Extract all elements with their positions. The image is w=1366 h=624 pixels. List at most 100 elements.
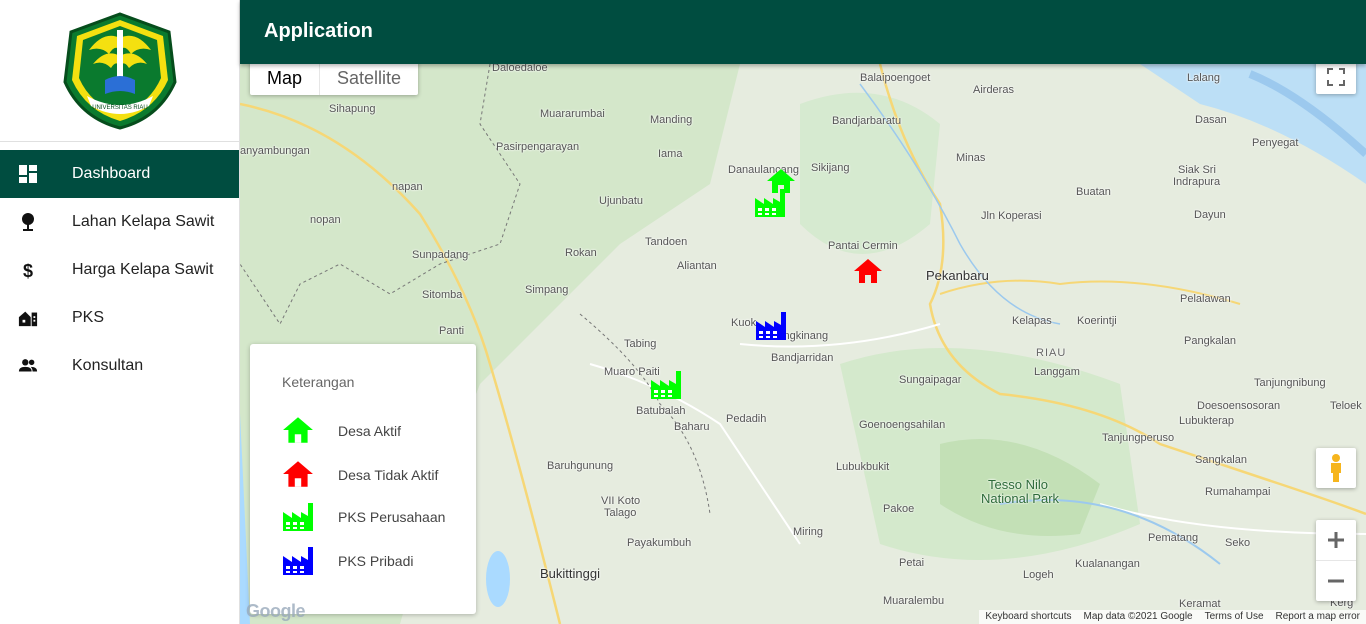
- nav-harga-kelapa-sawit[interactable]: $ Harga Kelapa Sawit: [0, 246, 239, 294]
- place-label: Keramat: [1179, 598, 1221, 610]
- place-label: Ujunbatu: [599, 195, 644, 207]
- place-label: Aliantan: [677, 260, 717, 272]
- place-label: Pasirpengarayan: [496, 141, 580, 153]
- map-footer: Keyboard shortcuts Map data ©2021 Google…: [979, 610, 1366, 624]
- google-logo[interactable]: Google: [246, 601, 306, 622]
- place-label: Kuok: [731, 317, 757, 329]
- place-label-city: Bukittinggi: [540, 566, 600, 581]
- map-type-map-button[interactable]: Map: [250, 64, 321, 95]
- place-label: Sitomba: [422, 289, 463, 301]
- svg-text:$: $: [23, 261, 33, 280]
- place-label: Lubukterap: [1179, 415, 1235, 427]
- map-type-satellite-button[interactable]: Satellite: [320, 64, 418, 95]
- place-label: Sunpadang: [412, 249, 469, 261]
- legend-item-pks-perusahaan: PKS Perusahaan: [282, 502, 472, 534]
- legend-label: Desa Aktif: [338, 423, 402, 439]
- nav-konsultan[interactable]: Konsultan: [0, 342, 239, 390]
- place-label: Rokan: [565, 247, 597, 259]
- dashboard-icon: [19, 165, 37, 183]
- place-label-city: Pekanbaru: [926, 268, 989, 283]
- place-label: Teloek: [1330, 400, 1362, 412]
- place-label: Dayun: [1194, 209, 1226, 221]
- place-label: napan: [392, 181, 423, 193]
- marker-pks-perusahaan[interactable]: [650, 370, 684, 400]
- map-data-attribution: Map data ©2021 Google: [1083, 611, 1193, 622]
- pegman-icon: [1331, 454, 1341, 482]
- place-label: Pakoe: [883, 503, 915, 515]
- street-view-pegman[interactable]: [1316, 448, 1356, 488]
- fullscreen-icon: [1327, 68, 1345, 86]
- place-label: nopan: [310, 214, 341, 226]
- place-label: Bandjarridan: [771, 352, 834, 364]
- place-label: Baharu: [674, 421, 710, 433]
- place-label: Tanjungperuso: [1102, 432, 1175, 444]
- place-label: Tanjungnibung: [1254, 377, 1326, 389]
- map-view[interactable]: Daloedaloe Balaipoengoet Lalang Airderas…: [240, 64, 1366, 624]
- park-label: Tesso Nilo: [988, 477, 1048, 492]
- minus-icon: [1328, 579, 1344, 582]
- place-label: Jln Koperasi: [981, 210, 1042, 222]
- place-label: Muararumbai: [540, 108, 605, 120]
- nav-harga-label: Harga Kelapa Sawit: [72, 261, 214, 278]
- map-type-control: Map Satellite: [250, 64, 419, 95]
- place-label: Penyegat: [1252, 137, 1299, 149]
- place-label: Dasan: [1195, 114, 1227, 126]
- place-label: Talago: [604, 507, 637, 519]
- place-label: Langgam: [1034, 366, 1080, 378]
- keyboard-shortcuts-link[interactable]: Keyboard shortcuts: [985, 610, 1071, 624]
- nav-dashboard[interactable]: Dashboard: [0, 150, 239, 198]
- place-label: Payakumbuh: [627, 537, 692, 549]
- zoom-in-button[interactable]: [1316, 521, 1356, 561]
- nav-konsultan-label: Konsultan: [72, 357, 144, 374]
- people-icon: [18, 359, 38, 372]
- place-label: Tandoen: [645, 236, 688, 248]
- place-label: Daloedaloe: [492, 64, 548, 74]
- report-error-link[interactable]: Report a map error: [1276, 610, 1360, 624]
- place-label: Siak Sri: [1178, 164, 1216, 176]
- place-label: Manding: [650, 114, 693, 126]
- place-label: Seko: [1225, 537, 1251, 549]
- marker-desa-tidak-aktif[interactable]: [853, 258, 883, 284]
- nav-lahan-label: Lahan Kelapa Sawit: [72, 213, 215, 230]
- fullscreen-button[interactable]: [1316, 64, 1356, 94]
- place-label: Pelalawan: [1180, 293, 1231, 305]
- region-label: RIAU: [1036, 347, 1067, 359]
- place-label: Sihapung: [329, 103, 376, 115]
- place-label: Sangkalan: [1195, 454, 1247, 466]
- place-label: anyambungan: [240, 145, 310, 157]
- logo-area: UNIVERSITAS RIAU: [0, 0, 239, 142]
- legend-item-desa-tidak-aktif: Desa Tidak Aktif: [282, 460, 472, 492]
- place-label: Rumahampai: [1205, 486, 1271, 498]
- place-label: Buatan: [1076, 186, 1111, 198]
- place-label: Baruhgunung: [547, 460, 614, 472]
- nav-pks[interactable]: PKS: [0, 294, 239, 342]
- dollar-icon: $: [23, 261, 33, 280]
- place-label: Panti: [439, 325, 465, 337]
- map-pin-icon: [22, 213, 34, 231]
- place-label: Kualanangan: [1075, 558, 1140, 570]
- place-label: Indrapura: [1173, 176, 1221, 188]
- place-label: Tabing: [624, 338, 657, 350]
- place-label: Sikijang: [811, 162, 850, 174]
- house-icon: [283, 461, 313, 487]
- nav-lahan-kelapa-sawit[interactable]: Lahan Kelapa Sawit: [0, 198, 239, 246]
- legend-item-pks-pribadi: PKS Pribadi: [282, 546, 472, 578]
- place-label: Miring: [793, 526, 823, 538]
- sidebar: UNIVERSITAS RIAU Dashboard Lahan Kelapa …: [0, 0, 240, 624]
- zoom-out-button[interactable]: [1316, 561, 1356, 601]
- marker-pks-pribadi[interactable]: [755, 311, 789, 341]
- marker-pks-perusahaan[interactable]: [754, 188, 788, 218]
- legend-label: Desa Tidak Aktif: [338, 467, 439, 483]
- park-label: National Park: [981, 491, 1060, 506]
- terms-link[interactable]: Terms of Use: [1205, 610, 1264, 624]
- place-label: Minas: [956, 152, 986, 164]
- place-label: Sungaipagar: [899, 374, 962, 386]
- place-label: Pantai Cermin: [828, 240, 898, 252]
- zoom-control: [1316, 520, 1356, 601]
- place-label: Lubukbukit: [836, 461, 890, 473]
- factory-icon: [283, 547, 313, 575]
- factory-building-icon: [18, 311, 38, 327]
- factory-icon: [283, 503, 313, 531]
- place-label: Bandjarbaratu: [832, 115, 902, 127]
- house-icon: [283, 417, 313, 443]
